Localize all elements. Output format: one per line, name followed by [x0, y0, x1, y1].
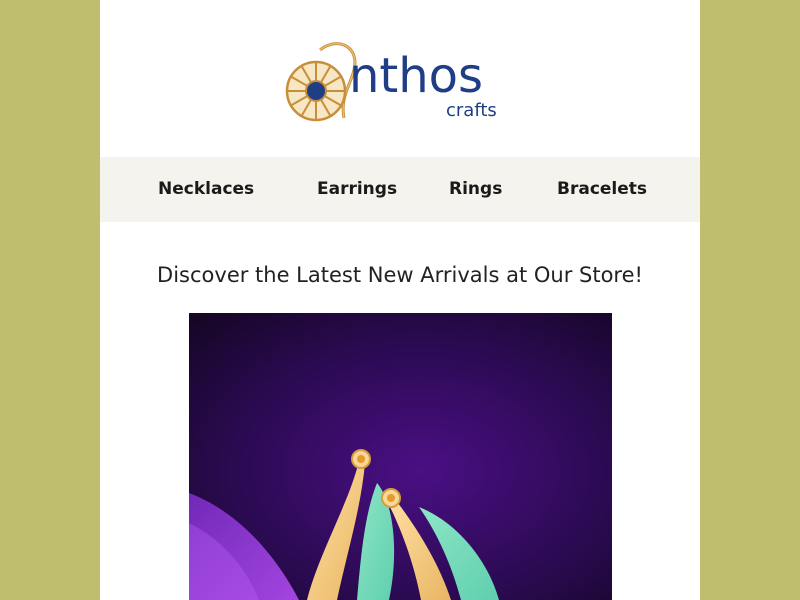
brand-tagline: crafts: [446, 100, 497, 121]
brand-logo-link[interactable]: nthos crafts: [282, 38, 508, 128]
page-headline: Discover the Latest New Arrivals at Our …: [157, 263, 643, 287]
email-page: nthos crafts Necklaces Earrings Rings Br…: [100, 0, 700, 600]
category-nav: Necklaces Earrings Rings Bracelets: [100, 157, 700, 222]
nav-item-necklaces[interactable]: Necklaces: [158, 157, 254, 222]
nav-item-earrings[interactable]: Earrings: [317, 157, 397, 222]
brand-wordmark: nthos: [349, 48, 484, 104]
header: nthos crafts: [100, 0, 700, 157]
earrings-product-photo: [189, 313, 612, 600]
nav-item-rings[interactable]: Rings: [449, 157, 502, 222]
nav-item-bracelets[interactable]: Bracelets: [557, 157, 647, 222]
hero-image-link[interactable]: [189, 313, 612, 600]
